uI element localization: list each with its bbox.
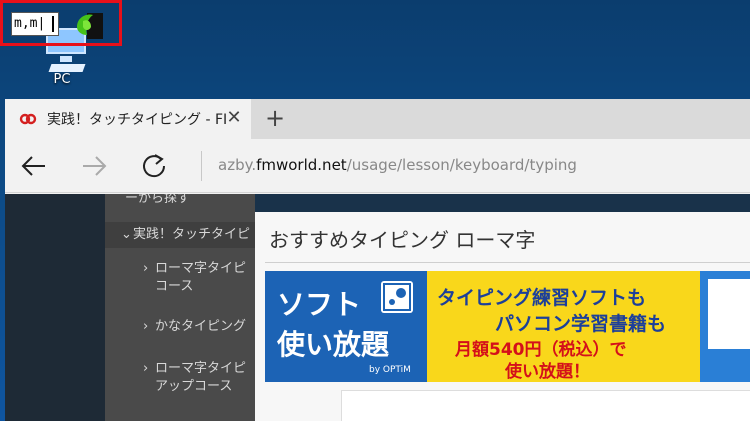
chevron-right-icon: › (143, 361, 149, 376)
ad-left-line1: ソフト (277, 288, 362, 321)
chevron-right-icon: › (143, 261, 149, 276)
new-tab-button[interactable]: + (263, 106, 287, 131)
tab-bar: 実践！タッチタイピング - FI ✕ + (5, 99, 750, 139)
side-menu-item-selected[interactable]: ⌄実践！タッチタイピ (105, 222, 255, 248)
monitor-stand (60, 56, 72, 62)
highlight-box: m,m| (0, 0, 122, 46)
pc-label: PC (53, 72, 71, 87)
side-menu-item[interactable]: › ローマ字タイピ (105, 360, 255, 377)
keyboard-icon (48, 64, 86, 72)
recommendation-modal: おすすめタイピング ローマ字 ソフト 使い放題 by OPTiM タイピング練習… (255, 212, 750, 421)
app-green-icon[interactable] (73, 9, 105, 41)
side-menu-label: ーから探す (125, 194, 191, 206)
refresh-icon[interactable] (139, 151, 169, 181)
address-bar[interactable]: azby.fmworld.net/usage/lesson/keyboard/t… (218, 156, 577, 174)
side-menu-label: 実践！タッチタイピ (133, 227, 251, 242)
address-prefix: azby. (218, 156, 257, 174)
software-logo-icon (381, 281, 413, 313)
side-menu-label: コース (155, 279, 194, 294)
side-menu-label: かなタイピング (155, 319, 247, 334)
browser-window: 実践！タッチタイピング - FI ✕ + azby.fmworld.net/us… (5, 99, 750, 421)
ad-left-line2: 使い放題 (277, 328, 390, 361)
forward-arrow-icon[interactable] (79, 151, 109, 181)
side-menu-label: アップコース (155, 379, 233, 394)
address-separator (201, 151, 202, 181)
address-path: /usage/lesson/keyboard/typing (346, 156, 577, 174)
side-menu-label: ローマ字タイピ (155, 261, 247, 276)
navigation-bar: azby.fmworld.net/usage/lesson/keyboard/t… (5, 139, 750, 193)
modal-title: おすすめタイピング ローマ字 (269, 228, 536, 252)
ad-mid-line4: 使い放題！ (505, 362, 590, 382)
tab-active[interactable]: 実践！タッチタイピング - FI ✕ (5, 99, 251, 139)
side-menu-item-continued: アップコース (105, 378, 255, 395)
ime-input-box[interactable]: m,m| (11, 12, 59, 36)
ad-mid-line2: パソコン学習書籍も (495, 313, 667, 335)
side-menu-item[interactable]: › ローマ字タイピ (105, 260, 255, 277)
side-menu-item-continued: コース (105, 278, 255, 295)
fmv-favicon-icon (19, 113, 37, 125)
ad-mid-line1: タイピング練習ソフトも (437, 287, 647, 309)
close-icon[interactable]: ✕ (225, 109, 243, 127)
chevron-down-icon: ⌄ (121, 227, 132, 242)
ad-right-panel (700, 271, 750, 382)
side-menu-item[interactable]: › かなタイピング (105, 318, 255, 335)
side-menu-label: ローマ字タイピ (155, 361, 247, 376)
ad-book-cover-image (708, 279, 750, 349)
ad-left-panel: ソフト 使い放題 by OPTiM (265, 271, 427, 382)
address-host: fmworld.net (256, 156, 347, 174)
page-left-dimmed (5, 194, 105, 421)
ad-left-by: by OPTiM (369, 365, 411, 375)
modal-lower-panel (341, 390, 750, 421)
chevron-right-icon: › (143, 319, 149, 334)
tab-title: 実践！タッチタイピング - FI (47, 112, 227, 128)
ime-input-value: m,m| (14, 16, 46, 31)
side-menu: ーから探す ⌄実践！タッチタイピ › ローマ字タイピ コース › かなタイピング ›… (105, 194, 255, 421)
ad-banner[interactable]: ソフト 使い放題 by OPTiM タイピング練習ソフトも パソコン学習書籍も … (265, 271, 750, 382)
modal-divider (265, 262, 750, 263)
side-menu-item[interactable]: ーから探す (105, 194, 255, 207)
back-arrow-icon[interactable] (19, 151, 49, 181)
page-content: ーから探す ⌄実践！タッチタイピ › ローマ字タイピ コース › かなタイピング ›… (5, 194, 750, 421)
